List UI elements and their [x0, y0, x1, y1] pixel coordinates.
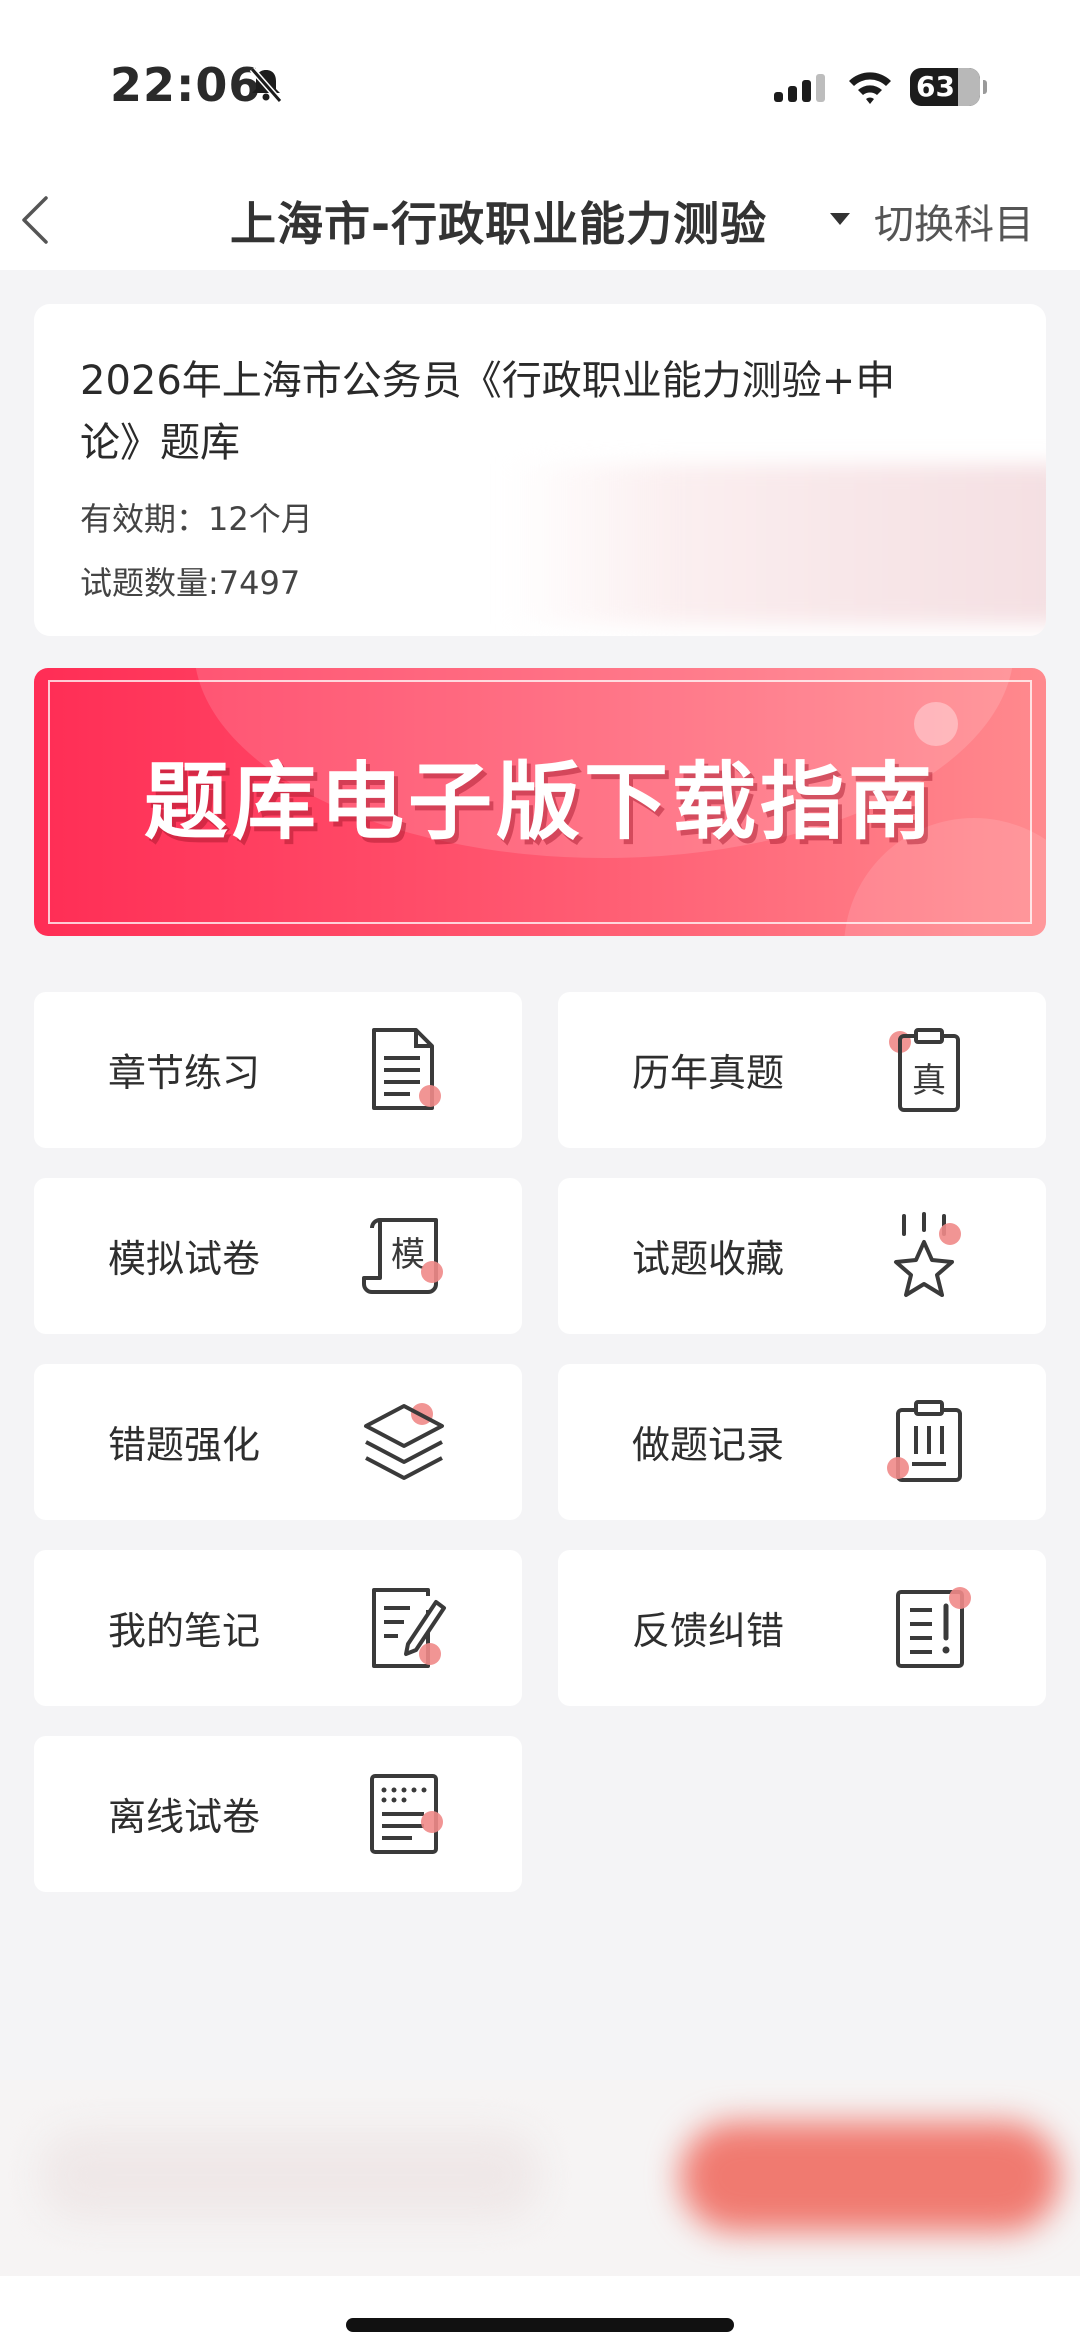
nav-bar: 上海市-行政职业能力测验 切换科目 — [0, 170, 1080, 270]
star-icon — [894, 1212, 961, 1297]
menu-offline-exams[interactable]: 离线试卷 — [34, 1736, 522, 1892]
blurred-action-button[interactable] — [680, 2122, 1060, 2232]
menu-label: 做题记录 — [632, 1423, 785, 1467]
document-grid-icon — [370, 1774, 443, 1854]
menu-mistake-review[interactable]: 错题强化 — [34, 1364, 522, 1520]
signal-icon — [774, 74, 825, 102]
svg-text:真: 真 — [912, 1061, 946, 1101]
caret-down-icon[interactable] — [830, 213, 850, 225]
menu-label: 离线试卷 — [108, 1795, 261, 1839]
menu-label: 章节练习 — [108, 1051, 261, 1095]
question-count-text: 试题数量:7497 — [80, 564, 301, 602]
wifi-icon — [849, 72, 891, 104]
menu-chapter-practice[interactable]: 章节练习 — [34, 992, 522, 1148]
exam-info-card: 2026年上海市公务员《行政职业能力测验+申论》题库 有效期：12个月 试题数量… — [34, 304, 1046, 636]
menu-label: 我的笔记 — [108, 1609, 261, 1653]
switch-subject-button[interactable]: 切换科目 — [874, 192, 1034, 250]
battery-icon: 63 — [910, 68, 987, 106]
page-title[interactable]: 上海市-行政职业能力测验 — [230, 188, 767, 254]
menu-label: 反馈纠错 — [632, 1609, 785, 1653]
bottom-action-bar — [0, 2080, 1080, 2276]
menu-my-notes[interactable]: 我的笔记 — [34, 1550, 522, 1706]
menu-practice-history[interactable]: 做题记录 — [558, 1364, 1046, 1520]
validity-text: 有效期：12个月 — [80, 500, 313, 538]
screen: 22:06 63 上海市-行政职业能力测验 切换科目 2026年上海市公务员《行… — [0, 0, 1080, 2348]
exam-title: 2026年上海市公务员《行政职业能力测验+申论》题库 — [80, 358, 896, 466]
status-bar: 22:06 63 — [0, 0, 1080, 170]
layers-icon — [364, 1403, 444, 1480]
menu-feedback[interactable]: 反馈纠错 — [558, 1550, 1046, 1706]
scroll-mo-icon: 模 — [362, 1218, 443, 1294]
blurred-region — [504, 464, 1046, 624]
menu-label: 历年真题 — [632, 1051, 785, 1095]
bell-slash-icon — [249, 67, 283, 103]
blurred-region — [40, 2130, 540, 2220]
document-lines-icon — [372, 1028, 441, 1110]
home-indicator[interactable] — [346, 2318, 734, 2332]
home-indicator-area — [0, 2276, 1080, 2348]
menu-favorites[interactable]: 试题收藏 — [558, 1178, 1046, 1334]
document-exclamation-icon — [896, 1587, 971, 1668]
menu-label: 错题强化 — [108, 1423, 261, 1467]
note-pencil-icon — [372, 1588, 446, 1668]
chevron-left-icon[interactable] — [16, 190, 56, 250]
clipboard-list-icon — [887, 1400, 962, 1482]
banner-text: 题库电子版下载指南 — [143, 753, 936, 851]
menu-mock-exams[interactable]: 模拟试卷 模 — [34, 1178, 522, 1334]
status-time: 22:06 — [110, 58, 262, 112]
clipboard-zhen-icon: 真 — [889, 1028, 960, 1112]
menu-label: 试题收藏 — [632, 1237, 785, 1281]
download-guide-banner[interactable]: 题库电子版下载指南 — [34, 668, 1046, 936]
svg-text:模: 模 — [391, 1235, 425, 1275]
menu-past-exams[interactable]: 历年真题 真 — [558, 992, 1046, 1148]
menu-label: 模拟试卷 — [108, 1237, 261, 1281]
battery-level: 63 — [916, 70, 955, 103]
